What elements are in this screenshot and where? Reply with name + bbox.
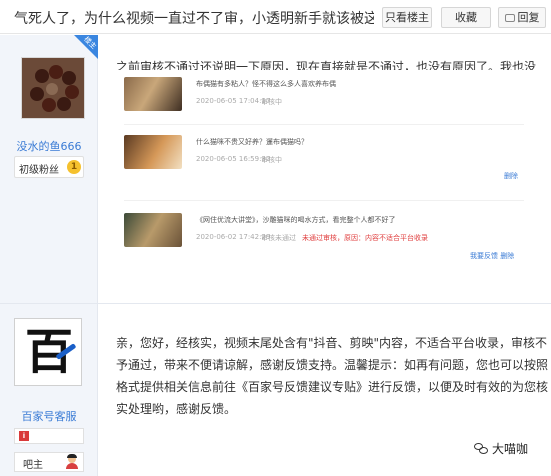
- reply-button[interactable]: 回复: [498, 7, 546, 28]
- video-title: 《网住优流大讲堂》，沙雕猫咪的喝水方式，看完整个人都不好了: [196, 216, 396, 224]
- role-badge: 吧主: [14, 452, 84, 472]
- video-status: 审核中: [261, 98, 282, 106]
- video-thumbnail: [124, 77, 182, 111]
- card-divider: [124, 124, 524, 125]
- video-date: 2020-06-05 16:59:32: [196, 155, 271, 163]
- watermark: 大喵咖: [474, 440, 528, 457]
- avatar[interactable]: 百: [14, 318, 82, 386]
- level-badge: 初级粉丝 1: [14, 156, 84, 178]
- embedded-screenshot: 布偶猫有多粘人？怪不得这么多人喜欢养布偶 2020-06-05 17:04:17…: [116, 70, 538, 266]
- post-reply: 百 百家号客服 i 吧主 亲，您好，经核实，视频末尾处含有"抖音、剪映"内容，不…: [0, 304, 551, 476]
- username[interactable]: 没水的鱼666: [0, 138, 98, 154]
- video-status: 审核中: [261, 156, 282, 164]
- op-corner-badge: 楼主: [74, 35, 98, 59]
- level-number: 1: [67, 160, 81, 174]
- thread-header: 气死人了，为什么视频一直过不了审，小透明新手就该被这样对... 只看楼主 收藏 …: [0, 0, 551, 34]
- reply-label: 回复: [517, 11, 540, 24]
- video-date: 2020-06-05 17:04:17: [196, 97, 271, 105]
- video-thumbnail: [124, 213, 182, 247]
- video-card: 什么猫咪不贵又好养？暹布偶猫吗？ 2020-06-05 16:59:32 审核中…: [124, 135, 524, 180]
- username[interactable]: 百家号客服: [0, 408, 98, 424]
- thread-title: 气死人了，为什么视频一直过不了审，小透明新手就该被这样对...: [14, 11, 374, 27]
- feedback-delete-links: 我要反馈 删除: [470, 252, 515, 260]
- post-content: 亲，您好，经核实，视频末尾处含有"抖音、剪映"内容，不适合平台收录，审核不予通过…: [116, 336, 549, 416]
- level-badge: i: [14, 428, 84, 444]
- card-divider: [124, 200, 524, 201]
- watermark-text: 大喵咖: [492, 442, 529, 456]
- delete-link: 删除: [504, 172, 518, 180]
- video-title: 布偶猫有多粘人？怪不得这么多人喜欢养布偶: [196, 80, 336, 88]
- rejection-reason: 未通过审核，原因：内容不适合平台收录: [302, 234, 428, 242]
- video-card: 《网住优流大讲堂》，沙雕猫咪的喝水方式，看完整个人都不好了 2020-06-02…: [124, 213, 524, 260]
- role-label: 吧主: [23, 460, 43, 471]
- author-sidebar: 百 百家号客服 i 吧主: [0, 304, 98, 476]
- video-date: 2020-06-02 17:42:29: [196, 233, 271, 241]
- author-sidebar: 楼主 没水的鱼666 初级粉丝 1: [0, 35, 98, 303]
- video-status: 审核未通过: [261, 234, 296, 242]
- video-title: 什么猫咪不贵又好养？暹布偶猫吗？: [196, 138, 308, 146]
- avatar[interactable]: [21, 57, 85, 119]
- reply-icon: [504, 14, 515, 22]
- avatar-glyph: 百: [24, 324, 73, 380]
- collect-button[interactable]: 收藏: [441, 7, 491, 28]
- video-card: 布偶猫有多粘人？怪不得这么多人喜欢养布偶 2020-06-05 17:04:17…: [124, 77, 524, 117]
- wechat-icon: [474, 443, 488, 455]
- video-thumbnail: [124, 135, 182, 169]
- moderator-icon: [65, 454, 79, 469]
- level-icon: i: [19, 431, 29, 441]
- only-op-button[interactable]: 只看楼主: [382, 7, 432, 28]
- level-label: 初级粉丝: [19, 165, 59, 176]
